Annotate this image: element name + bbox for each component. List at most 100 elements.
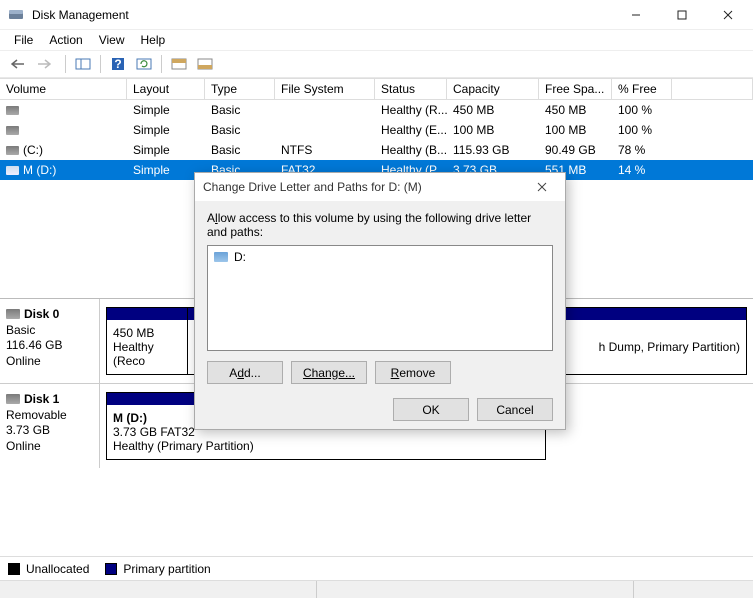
back-button[interactable] — [6, 53, 30, 75]
part-status: Healthy (Primary Partition) — [113, 439, 539, 453]
list-item-label: D: — [234, 250, 246, 264]
menu-file[interactable]: File — [6, 31, 41, 49]
change-button[interactable]: Change... — [291, 361, 367, 384]
view-bottom-icon[interactable] — [193, 53, 217, 75]
titlebar: Disk Management — [0, 0, 753, 30]
col-type[interactable]: Type — [205, 79, 275, 99]
dialog-body: Allow access to this volume by using the… — [195, 201, 565, 431]
disk0-name: Disk 0 — [24, 307, 59, 321]
col-layout[interactable]: Layout — [127, 79, 205, 99]
cell-status: Healthy (B... — [375, 141, 447, 159]
drive-icon — [214, 252, 228, 262]
dialog-titlebar: Change Drive Letter and Paths for D: (M) — [195, 173, 565, 201]
window-buttons — [613, 0, 751, 29]
add-button[interactable]: Add... — [207, 361, 283, 384]
remove-button[interactable]: Remove — [375, 361, 451, 384]
list-item[interactable]: D: — [212, 250, 548, 264]
disk0-label: Disk 0 Basic 116.46 GB Online — [0, 299, 100, 383]
toolbar: ? — [0, 50, 753, 78]
disk-mgmt-app-icon — [8, 7, 24, 23]
legend-unallocated: Unallocated — [8, 562, 89, 576]
view-top-icon[interactable] — [167, 53, 191, 75]
disk0-size: 116.46 GB — [6, 338, 93, 354]
cell-fs — [275, 101, 375, 119]
dialog-close-button[interactable] — [527, 173, 557, 201]
help-icon[interactable]: ? — [106, 53, 130, 75]
disk1-label: Disk 1 Removable 3.73 GB Online — [0, 384, 100, 468]
col-filesystem[interactable]: File System — [275, 79, 375, 99]
ok-button[interactable]: OK — [393, 398, 469, 421]
disk-icon — [6, 394, 20, 404]
cell-layout: Simple — [127, 121, 205, 139]
cell-volume: M (D:) — [0, 161, 127, 179]
disk0-state: Online — [6, 354, 93, 370]
cell-capacity: 100 MB — [447, 121, 539, 139]
cell-pct: 14 % — [612, 161, 672, 179]
dialog-instruction: Allow access to this volume by using the… — [207, 211, 553, 239]
cell-volume — [0, 101, 127, 119]
cell-capacity: 450 MB — [447, 101, 539, 119]
volume-icon — [6, 146, 19, 155]
cell-layout: Simple — [127, 101, 205, 119]
cell-fs — [275, 121, 375, 139]
toolbar-separator — [65, 55, 66, 73]
disk1-size: 3.73 GB — [6, 423, 93, 439]
swatch-primary — [105, 563, 117, 575]
legend: Unallocated Primary partition — [0, 556, 753, 580]
menu-help[interactable]: Help — [133, 31, 174, 49]
cell-pct: 100 % — [612, 101, 672, 119]
swatch-unallocated — [8, 563, 20, 575]
toolbar-separator — [100, 55, 101, 73]
disk1-type: Removable — [6, 408, 93, 424]
part-size: 450 MB — [113, 326, 181, 340]
disk1-name: Disk 1 — [24, 392, 59, 406]
col-spacer — [672, 79, 753, 99]
status-cell — [0, 581, 316, 598]
disk-icon — [6, 309, 20, 319]
volume-icon — [6, 166, 19, 175]
forward-button[interactable] — [32, 53, 56, 75]
col-status[interactable]: Status — [375, 79, 447, 99]
menubar: File Action View Help — [0, 30, 753, 50]
col-capacity[interactable]: Capacity — [447, 79, 539, 99]
show-hide-tree-button[interactable] — [71, 53, 95, 75]
volume-icon — [6, 126, 19, 135]
cell-pct: 78 % — [612, 141, 672, 159]
close-button[interactable] — [705, 0, 751, 29]
cell-free: 450 MB — [539, 101, 612, 119]
col-volume[interactable]: Volume — [0, 79, 127, 99]
cancel-button[interactable]: Cancel — [477, 398, 553, 421]
cell-volume: (C:) — [0, 141, 127, 159]
toolbar-separator — [161, 55, 162, 73]
disk1-state: Online — [6, 439, 93, 455]
cell-type: Basic — [205, 141, 275, 159]
refresh-icon[interactable] — [132, 53, 156, 75]
status-cell — [316, 581, 633, 598]
volume-icon — [6, 106, 19, 115]
partition-bar — [107, 308, 187, 320]
minimize-button[interactable] — [613, 0, 659, 29]
cell-volume — [0, 121, 127, 139]
disk0-type: Basic — [6, 323, 93, 339]
cell-fs: NTFS — [275, 141, 375, 159]
maximize-button[interactable] — [659, 0, 705, 29]
dialog-action-row: Add... Change... Remove — [207, 361, 553, 384]
cell-type: Basic — [205, 101, 275, 119]
dialog-title: Change Drive Letter and Paths for D: (M) — [203, 180, 527, 194]
change-drive-letter-dialog: Change Drive Letter and Paths for D: (M)… — [194, 172, 566, 430]
table-row[interactable]: SimpleBasicHealthy (E...100 MB100 MB100 … — [0, 120, 753, 140]
cell-pct: 100 % — [612, 121, 672, 139]
menu-action[interactable]: Action — [41, 31, 90, 49]
drive-paths-listbox[interactable]: D: — [207, 245, 553, 351]
cell-layout: Simple — [127, 141, 205, 159]
table-row[interactable]: SimpleBasicHealthy (R...450 MB450 MB100 … — [0, 100, 753, 120]
col-free[interactable]: Free Spa... — [539, 79, 612, 99]
statusbar — [0, 580, 753, 598]
col-pctfree[interactable]: % Free — [612, 79, 672, 99]
menu-view[interactable]: View — [91, 31, 133, 49]
svg-text:?: ? — [114, 57, 121, 71]
legend-primary: Primary partition — [105, 562, 210, 576]
window-title: Disk Management — [32, 8, 613, 22]
table-row[interactable]: (C:)SimpleBasicNTFSHealthy (B...115.93 G… — [0, 140, 753, 160]
disk0-part0[interactable]: 450 MB Healthy (Reco — [106, 307, 188, 375]
